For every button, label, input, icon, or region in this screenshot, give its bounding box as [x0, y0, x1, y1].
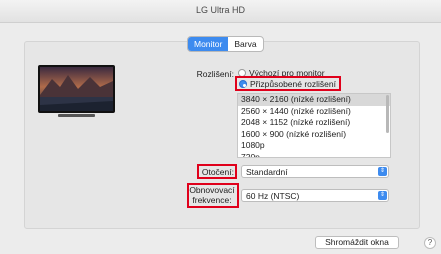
chevron-up-down-icon: ⇕	[378, 191, 387, 200]
gather-windows-button[interactable]: Shromáždit okna	[315, 236, 399, 249]
landscape-image	[38, 65, 115, 113]
refresh-select[interactable]: 60 Hz (NTSC) ⇕	[241, 189, 389, 202]
list-scrollbar[interactable]	[386, 95, 389, 133]
refresh-label-line1: Obnovovací	[189, 185, 235, 195]
list-item[interactable]: 3840 × 2160 (nízké rozlišení)	[238, 94, 390, 106]
list-item[interactable]: 1600 × 900 (nízké rozlišení)	[238, 129, 390, 141]
monitor-stand	[58, 114, 95, 117]
tab-barva[interactable]: Barva	[228, 37, 262, 51]
tab-control: Monitor Barva	[187, 36, 264, 52]
tab-monitor[interactable]: Monitor	[188, 37, 229, 51]
rotation-label: Otočení:	[201, 167, 234, 177]
question-mark-icon[interactable]: ?	[424, 237, 436, 249]
radio-scaled-resolution[interactable]: Přizpůsobené rozlišení	[239, 79, 336, 89]
list-item[interactable]: 720p	[238, 152, 390, 158]
refresh-label: Obnovovací frekvence:	[189, 185, 235, 205]
list-item[interactable]: 2048 × 1152 (nízké rozlišení)	[238, 117, 390, 129]
list-item[interactable]: 1080p	[238, 140, 390, 152]
list-item[interactable]: 2560 × 1440 (nízké rozlišení)	[238, 106, 390, 118]
monitor-preview-image	[38, 65, 115, 121]
chevron-up-down-icon: ⇕	[378, 167, 387, 176]
resolution-label: Rozlišení:	[196, 69, 234, 79]
refresh-label-line2: frekvence:	[192, 195, 232, 205]
resolution-list[interactable]: 3840 × 2160 (nízké rozlišení) 2560 × 144…	[237, 93, 391, 158]
rotation-value: Standardní	[246, 167, 288, 177]
refresh-value: 60 Hz (NTSC)	[246, 191, 300, 201]
radio-button-selected[interactable]	[239, 80, 247, 88]
window-title: LG Ultra HD	[195, 5, 245, 15]
rotation-select[interactable]: Standardní ⇕	[241, 165, 389, 178]
window-titlebar: LG Ultra HD	[0, 0, 441, 23]
radio-label: Přizpůsobené rozlišení	[250, 79, 336, 89]
